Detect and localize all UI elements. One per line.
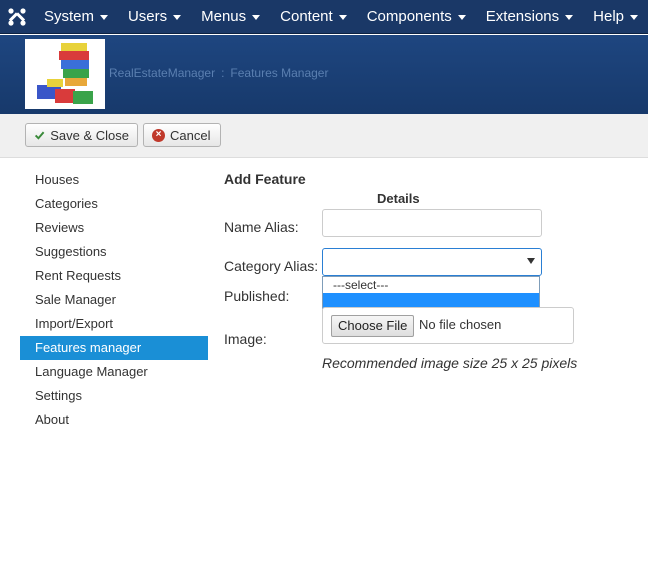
check-icon bbox=[34, 131, 45, 140]
image-file-input: Choose File No file chosen bbox=[322, 307, 574, 344]
menu-extensions[interactable]: Extensions bbox=[476, 0, 583, 34]
menu-label: Help bbox=[593, 8, 624, 25]
save-close-button[interactable]: Save & Close bbox=[25, 123, 138, 147]
choose-file-button[interactable]: Choose File bbox=[331, 315, 415, 337]
cancel-button[interactable]: × Cancel bbox=[143, 123, 221, 147]
joomla-icon[interactable] bbox=[0, 0, 34, 34]
form-subtitle: Details bbox=[377, 191, 420, 206]
category-alias-select[interactable] bbox=[322, 248, 542, 276]
caret-down-icon bbox=[173, 15, 182, 20]
sidebar-item-rent-requests[interactable]: Rent Requests bbox=[20, 264, 208, 288]
sidebar-item-suggestions[interactable]: Suggestions bbox=[20, 240, 208, 264]
toolbar: Save & Close × Cancel bbox=[0, 114, 648, 158]
image-label: Image: bbox=[224, 331, 267, 347]
sidebar-item-language-manager[interactable]: Language Manager bbox=[20, 360, 208, 384]
menu-components[interactable]: Components bbox=[357, 0, 476, 34]
image-size-hint: Recommended image size 25 x 25 pixels bbox=[322, 355, 578, 371]
menu-users[interactable]: Users bbox=[118, 0, 191, 34]
menu-help[interactable]: Help bbox=[583, 0, 648, 34]
caret-down-icon bbox=[565, 15, 574, 20]
sidebar-item-settings[interactable]: Settings bbox=[20, 384, 208, 408]
header-component-name: RealEstateManager bbox=[109, 66, 216, 80]
component-header: RealEstateManager: Features Manager bbox=[0, 35, 648, 114]
caret-down-icon bbox=[338, 15, 347, 20]
sidebar-item-reviews[interactable]: Reviews bbox=[20, 216, 208, 240]
menu-content[interactable]: Content bbox=[270, 0, 357, 34]
menu-label: Users bbox=[127, 8, 168, 25]
caret-down-icon bbox=[252, 15, 261, 20]
name-alias-input[interactable] bbox=[322, 209, 542, 237]
sidebar-item-sale-manager[interactable]: Sale Manager bbox=[20, 288, 208, 312]
menu-system[interactable]: System bbox=[34, 0, 118, 34]
sidebar: Houses Categories Reviews Suggestions Re… bbox=[20, 168, 208, 432]
menu-label: Content bbox=[280, 8, 333, 25]
menu-menus[interactable]: Menus bbox=[191, 0, 270, 34]
top-navbar: System Users Menus Content Components Ex… bbox=[0, 0, 648, 34]
header-separator: : bbox=[221, 66, 225, 80]
category-alias-dropdown: ---select--- bbox=[322, 276, 540, 309]
sidebar-item-houses[interactable]: Houses bbox=[20, 168, 208, 192]
published-label: Published: bbox=[224, 288, 290, 304]
dropdown-option-select[interactable]: ---select--- bbox=[323, 277, 539, 293]
sidebar-item-categories[interactable]: Categories bbox=[20, 192, 208, 216]
caret-down-icon bbox=[630, 15, 638, 20]
cancel-icon: × bbox=[152, 128, 165, 142]
dropdown-arrow-icon bbox=[527, 258, 535, 264]
menu-label: Extensions bbox=[485, 8, 560, 25]
component-logo bbox=[25, 39, 105, 109]
menu-label: Components bbox=[366, 8, 452, 25]
save-close-label: Save & Close bbox=[50, 127, 129, 143]
file-status-text: No file chosen bbox=[419, 317, 502, 332]
name-alias-label: Name Alias: bbox=[224, 219, 299, 235]
caret-down-icon bbox=[457, 15, 466, 20]
menu-label: Menus bbox=[201, 8, 247, 25]
sidebar-item-about[interactable]: About bbox=[20, 408, 208, 432]
sidebar-item-features-manager[interactable]: Features manager bbox=[20, 336, 208, 360]
header-page-name: Features Manager bbox=[230, 66, 329, 80]
category-alias-label: Category Alias: bbox=[224, 258, 319, 274]
form-title: Add Feature bbox=[224, 171, 306, 187]
cancel-label: Cancel bbox=[170, 127, 211, 143]
caret-down-icon bbox=[99, 15, 108, 20]
menu-label: System bbox=[43, 8, 94, 25]
sidebar-item-import-export[interactable]: Import/Export bbox=[20, 312, 208, 336]
header-title: RealEstateManager: Features Manager bbox=[109, 66, 328, 80]
